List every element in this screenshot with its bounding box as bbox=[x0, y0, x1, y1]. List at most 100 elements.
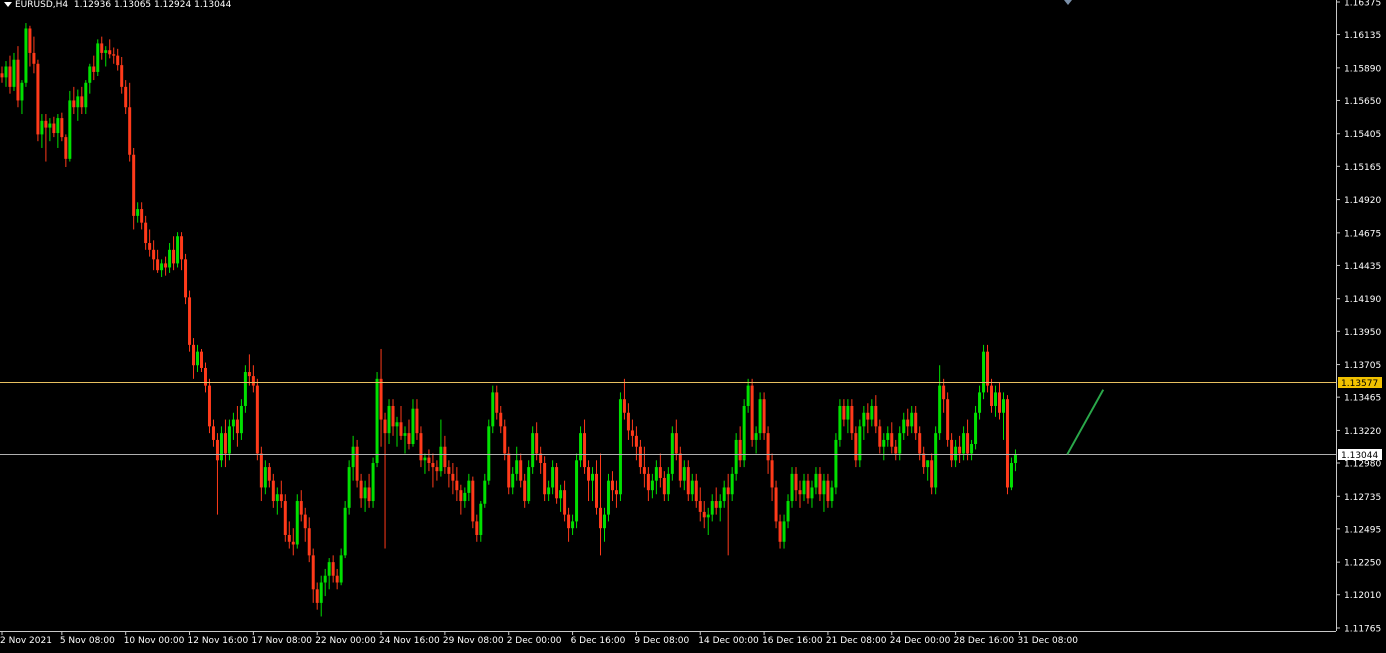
candle-body bbox=[24, 28, 28, 83]
candle bbox=[579, 426, 583, 468]
candle bbox=[148, 229, 152, 257]
candle bbox=[523, 473, 527, 508]
candle bbox=[48, 118, 52, 142]
candle-body bbox=[215, 439, 219, 461]
candle-body bbox=[287, 534, 291, 542]
candle bbox=[539, 446, 543, 474]
candle bbox=[180, 232, 184, 271]
x-tick-label: 29 Nov 08:00 bbox=[443, 636, 504, 646]
candle-body bbox=[910, 412, 914, 427]
candle-body bbox=[906, 419, 910, 427]
candle bbox=[551, 460, 555, 495]
candle-body bbox=[455, 480, 459, 491]
candle-body bbox=[124, 86, 128, 108]
price-chart[interactable]: 1.135771.13044 1.16375 1.16135 1.15890 1.15… bbox=[0, 0, 1386, 653]
candle bbox=[164, 256, 168, 276]
candle-body bbox=[587, 467, 591, 481]
candle bbox=[567, 507, 571, 542]
candle bbox=[343, 501, 347, 559]
candle bbox=[96, 39, 100, 77]
candle bbox=[706, 507, 710, 535]
candle-body bbox=[40, 120, 44, 135]
candle-body bbox=[116, 55, 120, 66]
candle bbox=[243, 365, 247, 413]
candle bbox=[439, 419, 443, 477]
candle-body bbox=[140, 209, 144, 223]
candle bbox=[455, 467, 459, 502]
x-tick-label: 21 Dec 08:00 bbox=[826, 636, 887, 646]
candle-body bbox=[88, 66, 92, 83]
candle bbox=[990, 378, 994, 413]
y-tick-label: 1.12735 bbox=[1344, 493, 1381, 503]
candle-body bbox=[678, 453, 682, 481]
candle-body bbox=[982, 351, 986, 393]
candle-body bbox=[387, 405, 391, 434]
candle-body bbox=[315, 589, 319, 603]
candle-body bbox=[427, 457, 431, 464]
candle-body bbox=[495, 392, 499, 413]
candle bbox=[168, 243, 172, 273]
candle-body bbox=[211, 426, 215, 440]
candle bbox=[307, 517, 311, 563]
candle-body bbox=[72, 100, 76, 108]
candle-body bbox=[838, 405, 842, 440]
candle-body bbox=[994, 392, 998, 406]
candle bbox=[666, 467, 670, 502]
candle bbox=[447, 460, 451, 488]
candle-body bbox=[714, 501, 718, 508]
candle bbox=[998, 382, 1001, 420]
candle-body bbox=[966, 433, 970, 454]
candle bbox=[854, 426, 858, 468]
candle bbox=[842, 399, 846, 427]
candle bbox=[890, 422, 894, 454]
candle-body bbox=[112, 54, 116, 56]
candle bbox=[315, 582, 319, 610]
y-tick-label: 1.11765 bbox=[1344, 625, 1381, 635]
candle bbox=[515, 446, 519, 481]
candle bbox=[172, 236, 176, 271]
x-tick-label: 24 Dec 00:00 bbox=[890, 636, 951, 646]
candle-body bbox=[0, 73, 4, 78]
candle bbox=[938, 365, 942, 440]
candle-body bbox=[970, 444, 974, 454]
y-tick-label: 1.13705 bbox=[1344, 361, 1381, 371]
candle-body bbox=[766, 433, 770, 461]
candle bbox=[866, 403, 870, 434]
candle bbox=[910, 405, 914, 434]
candle-body bbox=[235, 419, 239, 434]
candle-body bbox=[84, 82, 88, 108]
candle-body bbox=[962, 433, 966, 454]
candle-body bbox=[451, 473, 455, 481]
candle bbox=[299, 490, 303, 522]
candle bbox=[599, 453, 602, 556]
candle bbox=[8, 55, 12, 94]
candle-body bbox=[475, 521, 479, 535]
resistance-badge-label: 1.13577 bbox=[1341, 379, 1378, 389]
x-tick-label: 22 Nov 00:00 bbox=[315, 636, 376, 646]
candle-body bbox=[76, 96, 80, 108]
candle bbox=[279, 480, 283, 508]
candle-body bbox=[128, 107, 132, 155]
candle-body bbox=[188, 297, 192, 345]
candle bbox=[571, 514, 575, 535]
x-tick-label: 14 Dec 00:00 bbox=[698, 636, 759, 646]
candle bbox=[499, 405, 503, 434]
candle-body bbox=[706, 514, 710, 518]
chart-window[interactable]: 1.13577 1.13044 1.16375 1.16135 1.15890 1.15… bbox=[0, 0, 1386, 653]
candle bbox=[642, 446, 646, 488]
candle bbox=[28, 25, 32, 67]
candle-body bbox=[670, 433, 674, 474]
candle-body bbox=[830, 487, 834, 502]
x-tick-label: 28 Dec 16:00 bbox=[954, 636, 1015, 646]
candle-body bbox=[942, 385, 946, 400]
candle-body bbox=[80, 96, 84, 108]
candle-body bbox=[662, 477, 666, 495]
candle bbox=[906, 408, 910, 436]
candle-body bbox=[642, 467, 646, 474]
candle-body bbox=[20, 82, 24, 101]
candle bbox=[878, 419, 882, 454]
y-tick-label: 1.15890 bbox=[1344, 64, 1381, 74]
candle bbox=[730, 467, 734, 502]
triangle-down-icon[interactable] bbox=[4, 2, 12, 7]
candle bbox=[136, 202, 140, 223]
